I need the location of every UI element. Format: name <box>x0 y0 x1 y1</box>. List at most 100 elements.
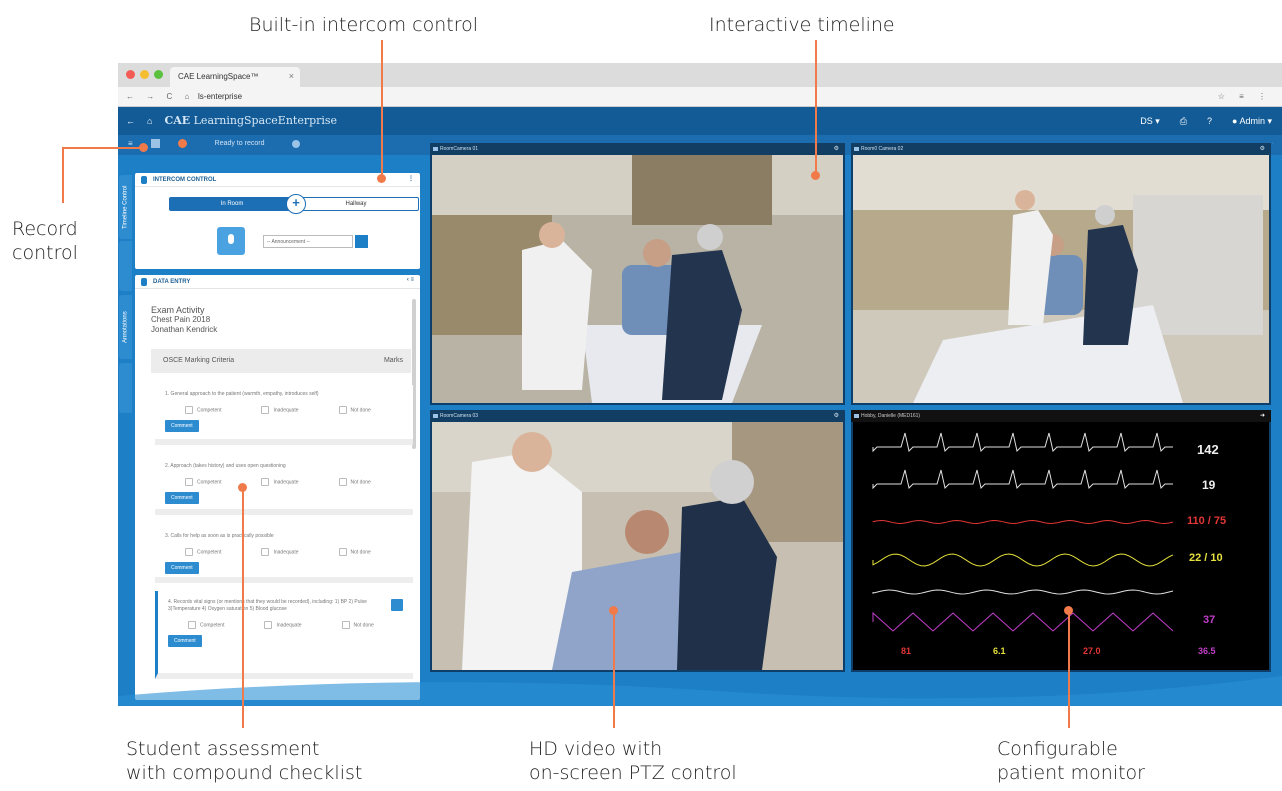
video-2-settings-icon[interactable]: ⚙ <box>1260 145 1265 152</box>
video-2-header: Room0 Camera 02 ⚙ <box>851 143 1271 155</box>
user-menu[interactable]: ● Admin ▾ <box>1232 116 1272 127</box>
option-inadequate[interactable]: Inadequate <box>264 621 301 629</box>
address-bar: ← → C ⌂ ls-enterprise ☆ ≡ ⋮ <box>118 87 1282 107</box>
option-not-done[interactable]: Not done <box>342 621 374 629</box>
option-not-done[interactable]: Not done <box>339 548 371 556</box>
window-controls[interactable] <box>126 70 163 79</box>
grid-icon[interactable] <box>150 139 160 148</box>
brand-logo: CAE LearningSpaceEnterprise <box>164 114 337 127</box>
play-announcement-button[interactable] <box>355 235 368 248</box>
monitor-resp: 37 <box>1203 614 1216 626</box>
video-window-2[interactable]: Room0 Camera 02 ⚙ <box>851 143 1271 405</box>
waveform-3 <box>872 553 1174 567</box>
comment-button[interactable]: Comment <box>165 492 199 504</box>
print-icon[interactable]: ⎙ <box>1180 116 1187 127</box>
video-3-feed[interactable] <box>432 422 843 670</box>
home-icon[interactable]: ⌂ <box>147 116 152 126</box>
callout-monitor: Configurable patient monitor <box>997 737 1145 785</box>
sidetab-extra2[interactable] <box>119 363 132 413</box>
criteria-title: OSCE Marking Criteria <box>163 357 235 364</box>
data-entry-title: DATA ENTRY <box>153 279 191 285</box>
add-channel-button[interactable]: + <box>286 194 306 214</box>
brand-cae: CAE <box>164 114 191 127</box>
sidetab-timeline[interactable]: Timeline Control <box>119 175 132 239</box>
panel-controls-icon[interactable]: ‹ ≡ <box>407 277 414 283</box>
waveform-0 <box>872 432 1173 453</box>
video-1-header: RoomCamera 01 ⚙ <box>430 143 845 155</box>
intercom-panel: INTERCOM CONTROL ⋮ In Room Hallway + -- … <box>135 173 420 269</box>
video-1-feed[interactable] <box>432 155 843 403</box>
question-1: 1. General approach to the patient (warm… <box>155 385 413 445</box>
toggle-hallway[interactable]: Hallway <box>294 198 418 210</box>
site-selector[interactable]: DS ▾ <box>1140 116 1160 127</box>
sidetab-annotations[interactable]: Annotations <box>119 295 132 359</box>
toggle-in-room[interactable]: In Room <box>170 198 294 210</box>
callout-intercom: Built-in intercom control <box>249 14 479 36</box>
callout-dot-video <box>609 606 618 615</box>
option-inadequate[interactable]: Inadequate <box>261 548 298 556</box>
option-not-done[interactable]: Not done <box>339 478 371 486</box>
callout-assessment: Student assessment with compound checkli… <box>126 737 362 785</box>
callout-line-monitor <box>1068 610 1070 728</box>
patient-monitor-window[interactable]: Hobby, Danielle (MED161) ➜ 142 19 110 / 7… <box>851 410 1271 672</box>
option-competent[interactable]: Competent <box>185 548 221 556</box>
video-1-scene <box>432 155 843 403</box>
option-competent[interactable]: Competent <box>185 478 221 486</box>
question-3: 3. Calls for help as soon as is practica… <box>155 523 413 583</box>
video-3-settings-icon[interactable]: ⚙ <box>834 412 839 419</box>
option-competent[interactable]: Competent <box>185 406 221 414</box>
monitor-expand-icon[interactable]: ➜ <box>1260 412 1265 419</box>
maximize-window-icon[interactable] <box>154 70 163 79</box>
comment-button[interactable]: Comment <box>165 562 199 574</box>
timeline-marker-icon[interactable] <box>292 139 301 148</box>
callout-line-assessment <box>242 490 244 728</box>
option-inadequate[interactable]: Inadequate <box>261 406 298 414</box>
back-icon[interactable]: ← <box>126 116 135 126</box>
option-inadequate[interactable]: Inadequate <box>261 478 298 486</box>
note-icon[interactable] <box>391 599 403 611</box>
case-name: Chest Pain 2018 <box>151 315 211 324</box>
option-competent[interactable]: Competent <box>188 621 224 629</box>
record-button[interactable] <box>177 139 187 148</box>
callout-dot-timeline <box>811 171 820 180</box>
announcement-select[interactable]: -- Announcement -- <box>263 235 353 248</box>
sidetab-extra[interactable] <box>119 241 132 291</box>
video-2-feed[interactable] <box>853 155 1269 403</box>
data-entry-panel: DATA ENTRY ‹ ≡ Exam Activity Chest Pain … <box>135 275 420 700</box>
callout-monitor-line2: patient monitor <box>997 762 1145 784</box>
intercom-menu-icon[interactable]: ⋮ <box>408 175 414 182</box>
callout-dot-assessment <box>238 483 247 492</box>
nav-buttons[interactable]: ← → C ⌂ <box>126 92 194 101</box>
intercom-title: INTERCOM CONTROL <box>153 177 217 183</box>
callout-monitor-line1: Configurable <box>997 738 1118 760</box>
video-window-3[interactable]: RoomCamera 03 ⚙ <box>430 410 845 672</box>
callout-assessment-line1: Student assessment <box>126 738 320 760</box>
waveform-4 <box>872 589 1174 595</box>
comment-button[interactable]: Comment <box>165 420 199 432</box>
monitor-bottom-1: 81 <box>901 646 912 656</box>
option-not-done[interactable]: Not done <box>339 406 371 414</box>
help-link[interactable]: ? <box>1207 116 1212 127</box>
video-2-scene <box>853 155 1269 403</box>
user-name: Admin <box>1239 116 1265 126</box>
callout-line-intercom <box>381 40 383 176</box>
callout-dot-intercom <box>377 174 386 183</box>
callout-line-timeline <box>815 40 817 173</box>
talk-microphone-button[interactable] <box>217 227 245 255</box>
callout-assessment-line2: with compound checklist <box>126 762 363 784</box>
question-2: 2. Approach (takes history) and uses ope… <box>155 455 413 515</box>
browser-window: CAE LearningSpace™ × ← → C ⌂ ls-enterpri… <box>118 63 1282 706</box>
browser-tab[interactable]: CAE LearningSpace™ × <box>170 67 300 87</box>
url-field[interactable]: ls-enterprise <box>192 90 1192 104</box>
browser-menu-icon[interactable]: ☆ ≡ ⋮ <box>1218 92 1272 101</box>
microphone-icon <box>141 176 147 184</box>
minimize-window-icon[interactable] <box>140 70 149 79</box>
waveform-2 <box>872 519 1174 525</box>
monitor-waveforms <box>872 432 1174 632</box>
background-wave <box>118 676 1282 706</box>
video-window-1[interactable]: RoomCamera 01 ⚙ <box>430 143 845 405</box>
close-tab-icon[interactable]: × <box>289 71 294 81</box>
close-window-icon[interactable] <box>126 70 135 79</box>
video-1-settings-icon[interactable]: ⚙ <box>834 145 839 152</box>
comment-button[interactable]: Comment <box>168 635 202 647</box>
